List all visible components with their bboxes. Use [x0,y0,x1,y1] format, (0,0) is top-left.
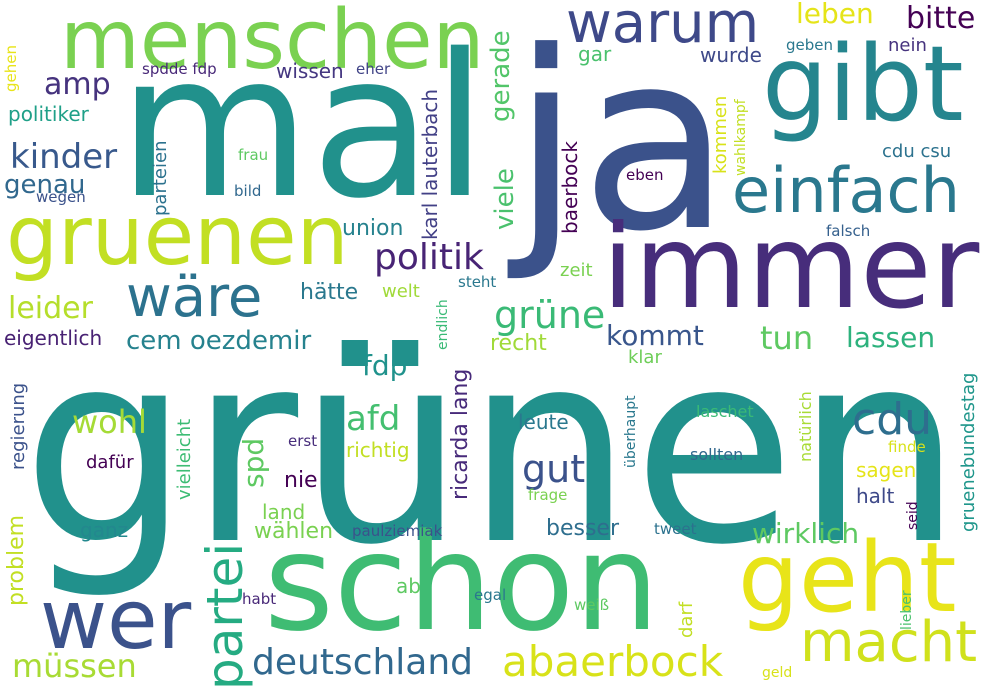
word-fdp: fdp [362,349,408,382]
word-menschen: menschen [60,0,485,88]
word-frau: frau [238,146,269,164]
word-wissen: wissen [276,59,344,83]
word-wahlkampf: wahlkampf [733,99,749,176]
word-haette: hätte [300,280,359,305]
word-wohl: wohl [72,403,147,441]
word-ricarda: ricarda lang [448,368,473,500]
word-laschet: laschet [696,402,754,421]
word-kinder: kinder [10,137,118,177]
word-union: union [342,216,404,241]
word-ab: ab [396,574,421,598]
word-amp: amp [44,67,111,102]
word-ganz: ganz [80,518,129,542]
word-ueberhaupt: überhaupt [623,395,639,468]
word-geld: geld [762,665,793,681]
word-klar: klar [628,347,662,368]
word-parteien: parteien [150,140,171,216]
word-eher: eher [356,60,391,78]
word-spd: spd [237,437,270,488]
word-cem: cem oezdemir [126,326,312,356]
word-frage: frage [528,486,568,504]
word-regierung: regierung [8,382,29,470]
word-nein: nein [888,35,927,56]
word-karl: karl lauterbach [418,88,442,240]
word-cducsu: cdu csu [882,141,952,162]
word-eben: eben [626,166,664,184]
word-politik: politik [374,237,484,278]
word-dafuer: dafür [86,452,134,473]
word-finde: finde [888,438,926,456]
word-partei: partei [196,542,254,690]
word-viele: viele [490,168,520,230]
word-erst: erst [288,432,318,450]
word-problem: problem [4,514,29,606]
word-vielleicht: vielleicht [174,418,195,500]
word-bitte: bitte [906,1,976,36]
word-gut: gut [522,447,586,491]
word-deutschland: deutschland [252,642,474,683]
word-tweet: tweet [654,520,697,538]
word-muessen: müssen [12,647,137,685]
word-abaerbock: abaerbock [502,637,724,686]
word-halt: halt [856,484,895,508]
word-bild: bild [234,182,262,200]
word-steht: steht [458,273,497,291]
word-gerade: gerade [486,30,516,122]
word-land: land [262,500,306,524]
word-egal: egal [474,586,507,604]
word-lassen: lassen [846,321,936,354]
word-gruene: grüne [494,293,606,337]
word-recht: recht [490,331,547,356]
word-wirklich: wirklich [752,517,860,550]
word-baerbock: baerbock [558,141,582,234]
word-weiss: weiß [574,596,610,614]
word-spddefdp: spdde fdp [142,60,217,78]
word-kommen: kommen [710,95,731,174]
word-habt: habt [242,590,277,608]
word-kommt: kommt [606,319,704,352]
word-wegen: wegen [36,188,86,206]
word-macht: macht [800,610,978,675]
word-gar: gar [578,42,612,66]
word-leben: leben [796,0,874,30]
word-wurde: wurde [700,43,762,67]
word-darf: darf [676,601,697,638]
word-leider: leider [8,291,93,326]
word-leute: leute [518,410,569,434]
word-eigentlich: eigentlich [4,326,103,350]
word-besser: besser [546,516,620,541]
word-sollten: sollten [690,445,744,464]
word-politiker: politiker [8,102,89,126]
word-cdu: cdu [852,394,933,445]
word-lieber: lieber [899,590,915,630]
word-welt: welt [382,281,420,302]
word-endlich: endlich [435,299,451,350]
word-afd: afd [346,399,401,439]
word-paulziemiak: paulziemiak [352,522,443,540]
word-cloud: grünen mal ja schon immer gibt menschen gruenen… [0,0,1000,700]
word-einfach: einfach [732,154,960,227]
word-gehen: gehen [2,45,20,92]
word-sagen: sagen [856,458,917,482]
word-falsch: falsch [826,222,871,240]
word-seid: seid [905,501,921,530]
word-richtig: richtig [346,438,410,462]
word-gruenebundestag: gruenebundestag [958,372,979,532]
word-tun: tun [760,319,814,357]
word-immer: immer [602,200,980,335]
word-natuerlich: natürlich [796,391,815,462]
word-zeit: zeit [560,260,593,281]
word-nie: nie [284,468,318,493]
word-waere: wäre [126,265,263,330]
word-geben: geben [786,36,834,54]
word-waehlen: wählen [254,519,334,544]
